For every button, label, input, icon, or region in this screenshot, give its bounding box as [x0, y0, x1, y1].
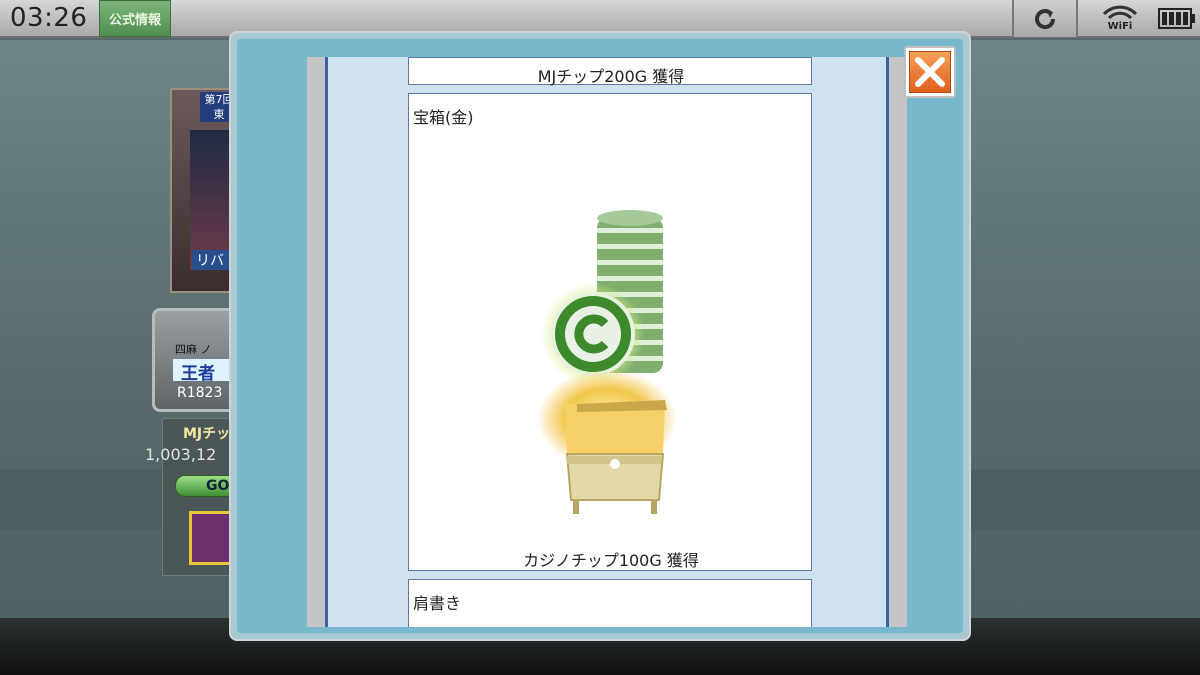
reward-item: MJチップ200G 獲得 — [408, 57, 812, 86]
chest — [565, 400, 667, 514]
reward-item: 宝箱(金) カジノチップ100G 獲得 — [408, 93, 812, 571]
reload-icon — [1035, 8, 1056, 29]
modal-frame: MJチップ200G 獲得 宝箱(金) カジノチップ100G 獲得 肩書き — [237, 39, 963, 633]
battery-icon — [1158, 8, 1195, 29]
wifi-icon: WiFi — [1102, 5, 1138, 32]
reward-modal: MJチップ200G 獲得 宝箱(金) カジノチップ100G 獲得 肩書き — [229, 31, 971, 641]
reward-item: 肩書き — [408, 579, 812, 627]
treasure-chest-chips-image — [537, 210, 677, 514]
reward-caption: MJチップ200G 獲得 — [537, 67, 685, 86]
wifi-label: WiFi — [1108, 21, 1133, 32]
rank-rating: R1823 — [177, 385, 223, 401]
reward-caption: カジノチップ100G 獲得 — [523, 551, 699, 570]
rank-card[interactable]: 四麻 ノ 王者 R1823 — [152, 308, 240, 412]
close-icon — [915, 57, 945, 87]
clock: 03:26 — [10, 3, 88, 33]
close-button[interactable] — [904, 46, 956, 98]
mj-chips-value: 1,003,12 — [145, 445, 217, 464]
reward-list-scroll[interactable]: MJチップ200G 獲得 宝箱(金) カジノチップ100G 獲得 肩書き — [307, 57, 907, 627]
reload-button[interactable] — [1012, 0, 1078, 37]
rank-mode: 四麻 ノ — [175, 343, 212, 356]
official-info-button[interactable]: 公式情報 — [99, 0, 171, 37]
mj-chips-title: MJチッ — [183, 426, 231, 442]
reward-title: 宝箱(金) — [413, 108, 474, 127]
rank-title: 王者 — [173, 359, 235, 384]
reward-title: 肩書き — [413, 594, 462, 613]
close-button-face — [909, 51, 951, 93]
reward-list: MJチップ200G 獲得 宝箱(金) カジノチップ100G 獲得 肩書き — [325, 57, 889, 627]
